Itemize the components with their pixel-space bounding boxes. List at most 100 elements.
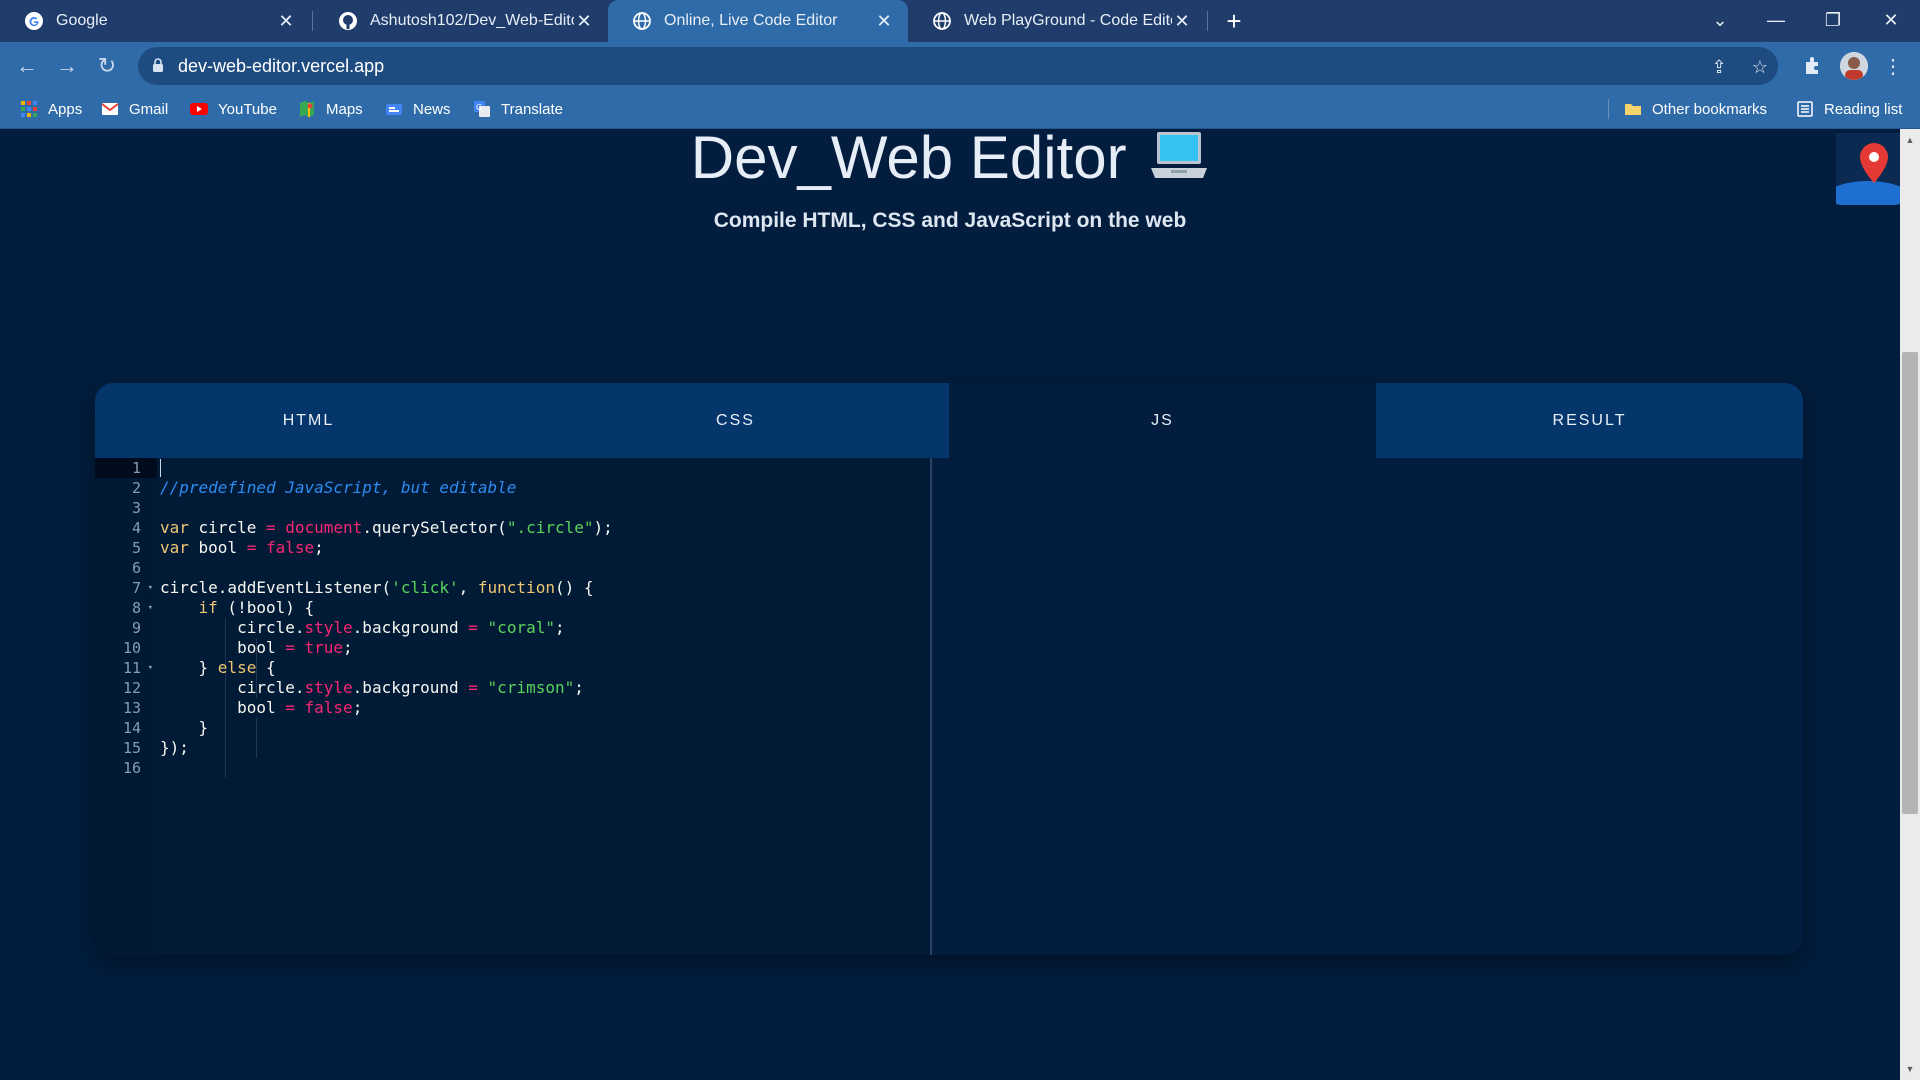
- bookmark-label: Maps: [326, 100, 363, 118]
- line-number-gutter: 1 2 3 4 5 6 7 ▾ 8 ▾ 9 10 11 ▾ 12 13 14 15 16: [95, 458, 157, 955]
- bookmark-label: Translate: [501, 100, 563, 118]
- code-line: bool = true;: [160, 638, 353, 657]
- bookmark-label: Apps: [48, 100, 83, 118]
- tab-title: Ashutosh102/Dev_Web-Editor: A: [370, 12, 574, 29]
- bookmark-star-icon[interactable]: ☆: [1749, 56, 1771, 78]
- other-bookmarks-folder[interactable]: Other bookmarks: [1624, 90, 1767, 128]
- code-line: }: [160, 718, 209, 737]
- reading-list-button[interactable]: Reading list: [1796, 90, 1902, 128]
- line-number: 3: [131, 499, 141, 517]
- line-number: 9: [131, 619, 141, 637]
- line-number: 7 ▾: [131, 579, 153, 597]
- line-number: 5: [131, 539, 141, 557]
- bookmark-apps[interactable]: Apps: [20, 90, 82, 128]
- tab-title: Web PlayGround - Code Editor: [964, 12, 1172, 29]
- location-badge-image: [1836, 133, 1900, 205]
- line-number: 11 ▾: [122, 659, 153, 677]
- bookmark-maps[interactable]: Maps: [298, 90, 363, 128]
- tab-result[interactable]: RESULT: [1376, 383, 1803, 458]
- code-line: ​: [160, 758, 613, 778]
- extensions-puzzle-icon[interactable]: [1800, 54, 1826, 80]
- bookmark-translate[interactable]: G Translate: [473, 90, 563, 128]
- lock-icon: [153, 58, 163, 72]
- reload-icon[interactable]: ↻: [92, 51, 122, 81]
- scroll-up-arrow-icon[interactable]: ▲: [1900, 131, 1920, 149]
- location-pin-icon[interactable]: [1836, 133, 1900, 205]
- restore-button[interactable]: ❐: [1813, 6, 1853, 34]
- close-icon[interactable]: ✕: [1172, 11, 1192, 31]
- line-number: 10: [122, 639, 141, 657]
- result-pane: [932, 458, 1803, 955]
- bookmark-label: Reading list: [1824, 100, 1903, 118]
- code-line: });: [160, 738, 189, 757]
- maps-icon: [300, 101, 314, 117]
- tab-separator: [1207, 11, 1208, 31]
- bookmark-youtube[interactable]: YouTube: [190, 90, 277, 128]
- tab-search-chevron-icon[interactable]: ⌄: [1700, 6, 1740, 34]
- tab-css[interactable]: CSS: [522, 383, 949, 458]
- bookmark-news[interactable]: News: [385, 90, 451, 128]
- tab-separator: [312, 11, 313, 31]
- line-number: 8 ▾: [131, 599, 153, 617]
- code-line: ​: [160, 458, 613, 478]
- code-line: ​: [160, 558, 613, 578]
- google-icon: [25, 12, 43, 30]
- url-text: dev-web-editor.vercel.app: [178, 56, 385, 76]
- scrollbar-thumb[interactable]: [1902, 352, 1918, 814]
- line-number: 12: [122, 679, 141, 697]
- bookmarks-separator: [1608, 99, 1609, 119]
- fold-arrow-icon[interactable]: ▾: [148, 578, 153, 598]
- browser-tab-live-code-editor[interactable]: Online, Live Code Editor ✕: [608, 0, 908, 42]
- news-icon: [386, 104, 402, 115]
- avatar-image: [1840, 52, 1868, 80]
- tab-title: Google: [56, 12, 108, 29]
- code-content: ​//predefined JavaScript, but editable​v…: [160, 458, 613, 778]
- line-number: 14: [122, 719, 141, 737]
- minimize-button[interactable]: —: [1756, 6, 1796, 34]
- browser-tab-google[interactable]: Google ✕: [0, 0, 310, 42]
- page-subtitle: Compile HTML, CSS and JavaScript on the …: [713, 209, 1187, 232]
- page-title: Dev_Web Editor: [0, 129, 1900, 192]
- line-number: 15: [122, 739, 141, 757]
- back-arrow-icon[interactable]: ←: [12, 51, 42, 81]
- line-number: 16: [122, 759, 141, 777]
- forward-arrow-icon[interactable]: →: [52, 51, 82, 81]
- scroll-down-arrow-icon[interactable]: ▼: [1900, 1060, 1920, 1078]
- bookmarks-bar: Apps Gmail YouTube Maps News G Translate…: [0, 90, 1920, 129]
- js-code-editor[interactable]: 1234567▾8▾91011▾1213141516 ​//predefined…: [95, 458, 930, 955]
- tab-js[interactable]: JS: [949, 383, 1376, 458]
- fold-arrow-icon[interactable]: ▾: [148, 658, 153, 678]
- code-line: circle.style.background = "coral";: [160, 618, 565, 637]
- line-number: 6: [131, 559, 141, 577]
- youtube-icon: [190, 103, 208, 115]
- apps-grid-icon: [21, 101, 37, 117]
- bookmark-label: Other bookmarks: [1652, 100, 1768, 118]
- code-line: circle.style.background = "crimson";: [160, 678, 584, 697]
- code-line: } else {: [160, 658, 276, 677]
- menu-kebab-icon[interactable]: ⋮: [1880, 54, 1906, 80]
- tab-title: Online, Live Code Editor: [664, 12, 838, 29]
- fold-arrow-icon[interactable]: ▾: [148, 598, 153, 618]
- code-editor-panel: HTML CSS JS RESULT 1 2 3 4 5 6 7 ▾ 8 ▾ 9 10 11 ▾ 12 13 1…: [95, 383, 1803, 955]
- close-window-button[interactable]: ✕: [1871, 6, 1911, 34]
- code-line: var circle = document.querySelector(".ci…: [160, 518, 613, 537]
- close-icon[interactable]: ✕: [874, 11, 894, 31]
- browser-tab-web-playground[interactable]: Web PlayGround - Code Editor ✕: [908, 0, 1206, 42]
- browser-tab-github[interactable]: Ashutosh102/Dev_Web-Editor: A ✕: [314, 0, 608, 42]
- new-tab-button[interactable]: +: [1220, 7, 1248, 35]
- code-line: bool = false;: [160, 698, 363, 717]
- code-line: circle.addEventListener('click', functio…: [160, 578, 594, 597]
- close-icon[interactable]: ✕: [574, 11, 594, 31]
- editor-tabs: HTML CSS JS RESULT: [95, 383, 1803, 458]
- address-bar[interactable]: dev-web-editor.vercel.app ⇪ ☆: [138, 47, 1778, 85]
- profile-avatar[interactable]: [1840, 52, 1868, 80]
- line-numbers: 1 2 3 4 5 6 7 ▾ 8 ▾ 9 10 11 ▾ 12 13 14 15 16: [95, 458, 153, 778]
- puzzle-icon: [1806, 57, 1818, 74]
- close-icon[interactable]: ✕: [276, 11, 296, 31]
- bookmark-gmail[interactable]: Gmail: [101, 90, 168, 128]
- page-title-text: Dev_Web Editor: [690, 129, 1127, 191]
- tab-html[interactable]: HTML: [95, 383, 522, 458]
- bookmark-label: News: [413, 100, 451, 118]
- folder-icon: [1625, 104, 1641, 115]
- share-icon[interactable]: ⇪: [1708, 56, 1730, 78]
